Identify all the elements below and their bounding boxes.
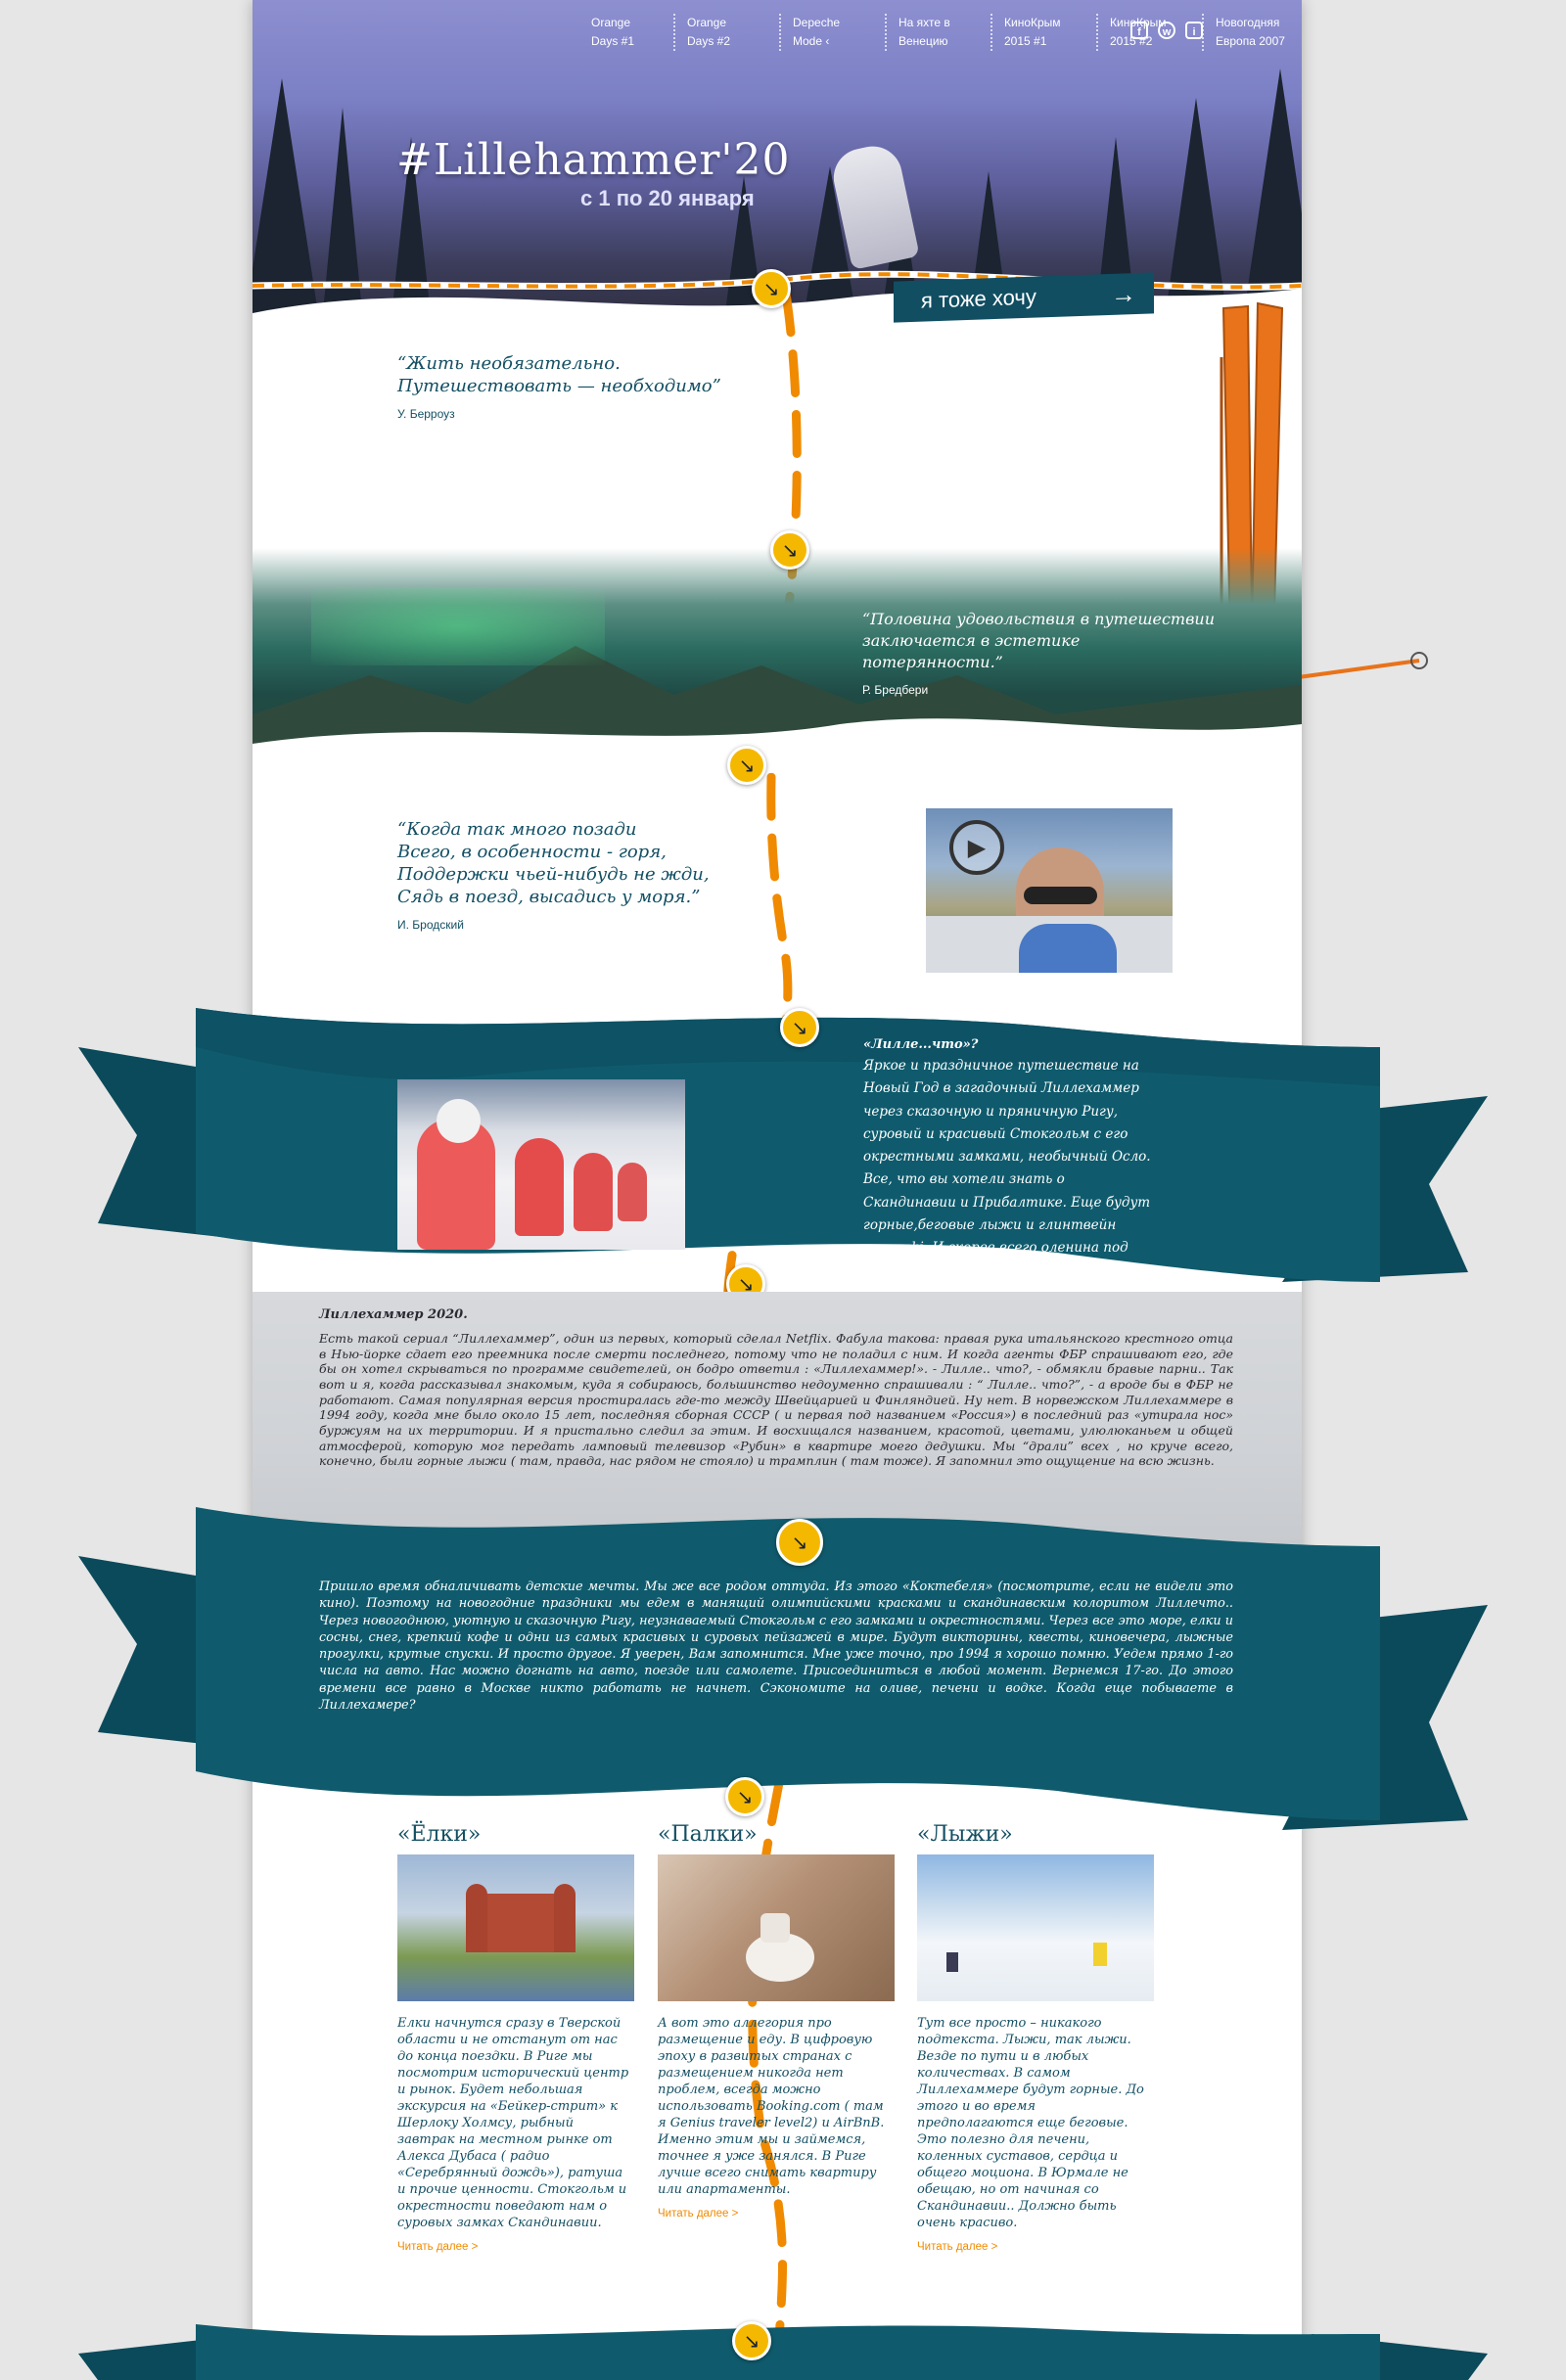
- nav-item-orange-days-2[interactable]: Orange Days #2: [673, 14, 779, 51]
- quote-3-line-4: Сядь в поезд, высадись у моря.”: [397, 887, 701, 907]
- ribbon-banner-3: [78, 2324, 1488, 2380]
- nav-item-depeche-mode[interactable]: Depeche Mode ‹: [779, 14, 885, 51]
- nav-item-orange-days-1[interactable]: Orange Days #1: [591, 14, 673, 51]
- ribbon-1-body: Яркое и праздничное путешествие на Новый…: [863, 1058, 1151, 1279]
- route-marker-icon-4: ↘: [780, 1008, 819, 1047]
- skiing-photo: [917, 1854, 1154, 2001]
- quote-1-line-1: “Жить необязательно.: [397, 353, 621, 374]
- cafe-photo: [658, 1854, 895, 2001]
- quote-3-line-3: Поддержки чьей-нибудь не жди,: [397, 864, 710, 885]
- column-1-read-more-link[interactable]: Читать далее >: [397, 2241, 634, 2253]
- instagram-icon[interactable]: i: [1185, 22, 1203, 39]
- column-3-title: «Лыжи»: [917, 1822, 1013, 1847]
- column-2: «Палки» А вот это аллегория про размещен…: [658, 1822, 895, 2220]
- column-1-title: «Ёлки»: [397, 1822, 482, 1847]
- nav-item-yacht-venice[interactable]: На яхте в Венецию: [885, 14, 990, 51]
- biathlon-photo: [397, 1079, 685, 1250]
- column-3: «Лыжи» Тут все просто – никакого подтекс…: [917, 1822, 1154, 2253]
- route-marker-icon-2: ↘: [770, 530, 809, 570]
- route-marker-icon-1: ↘: [752, 269, 791, 308]
- social-links: f w i: [1130, 22, 1203, 39]
- ribbon-1-text: «Лилле...что»? Яркое и праздничное путеш…: [863, 1035, 1157, 1283]
- nav-item-kinokrym-1[interactable]: КиноКрым 2015 #1: [990, 14, 1096, 51]
- column-1-text: Елки начнутся сразу в Тверской области и…: [397, 2016, 629, 2230]
- ribbon-2-body: Пришло время обналичивать детские мечты.…: [319, 1579, 1233, 1714]
- quote-1-line-2: Путешествовать — необходимо”: [397, 376, 721, 396]
- story-heading: Лиллехаммер 2020.: [319, 1307, 468, 1322]
- quote-1: “Жить необязательно. Путешествовать — не…: [397, 352, 769, 421]
- play-icon[interactable]: ▶: [949, 820, 1004, 875]
- castle-photo: [397, 1854, 634, 2001]
- column-1: «Ёлки» Елки начнутся сразу в Тверской об…: [397, 1822, 634, 2253]
- column-3-text: Тут все просто – никакого подтекста. Лыж…: [917, 2016, 1144, 2230]
- video-thumbnail[interactable]: ▶: [926, 808, 1173, 973]
- ribbon-1-heading: «Лилле...что»?: [863, 1037, 979, 1052]
- hero-subtitle: с 1 по 20 января: [580, 186, 755, 210]
- hero-title: #Lillehammer'20: [396, 135, 791, 185]
- story-text: Лиллехаммер 2020. Есть такой сериал “Лил…: [319, 1307, 1233, 1469]
- column-2-text: А вот это аллегория про размещение и еду…: [658, 2016, 885, 2197]
- column-2-read-more-link[interactable]: Читать далее >: [658, 2208, 895, 2220]
- quote-1-author: У. Берроуз: [397, 407, 455, 421]
- route-marker-icon-8: ↘: [732, 2321, 771, 2360]
- quote-3-author: И. Бродский: [397, 918, 464, 932]
- quote-3-line-2: Всего, в особенности - горя,: [397, 842, 667, 862]
- route-marker-icon-7: ↘: [725, 1777, 764, 1816]
- quote-3-line-1: “Когда так много позади: [397, 819, 637, 840]
- column-3-read-more-link[interactable]: Читать далее >: [917, 2241, 1154, 2253]
- quote-2-line-2: заключается в эстетике потерянности.”: [862, 631, 1081, 671]
- whatsapp-icon[interactable]: w: [1158, 22, 1175, 39]
- route-marker-icon-3: ↘: [727, 746, 766, 785]
- quote-2-line-1: “Половина удовольствия в путешествии: [862, 610, 1215, 628]
- column-2-title: «Палки»: [658, 1822, 758, 1847]
- nav-item-europe-2007[interactable]: Новогодняя Европа 2007: [1202, 14, 1302, 51]
- quote-2: “Половина удовольствия в путешествии зак…: [862, 609, 1215, 697]
- story-body: Есть такой сериал “Лиллехаммер”, один из…: [319, 1330, 1233, 1469]
- quote-3: “Когда так много позади Всего, в особенн…: [397, 818, 720, 932]
- ribbon-2-text: Пришло время обналичивать детские мечты.…: [319, 1579, 1233, 1714]
- facebook-icon[interactable]: f: [1130, 22, 1148, 39]
- route-marker-icon-6: ↘: [776, 1519, 823, 1566]
- quote-2-author: Р. Бредбери: [862, 683, 929, 697]
